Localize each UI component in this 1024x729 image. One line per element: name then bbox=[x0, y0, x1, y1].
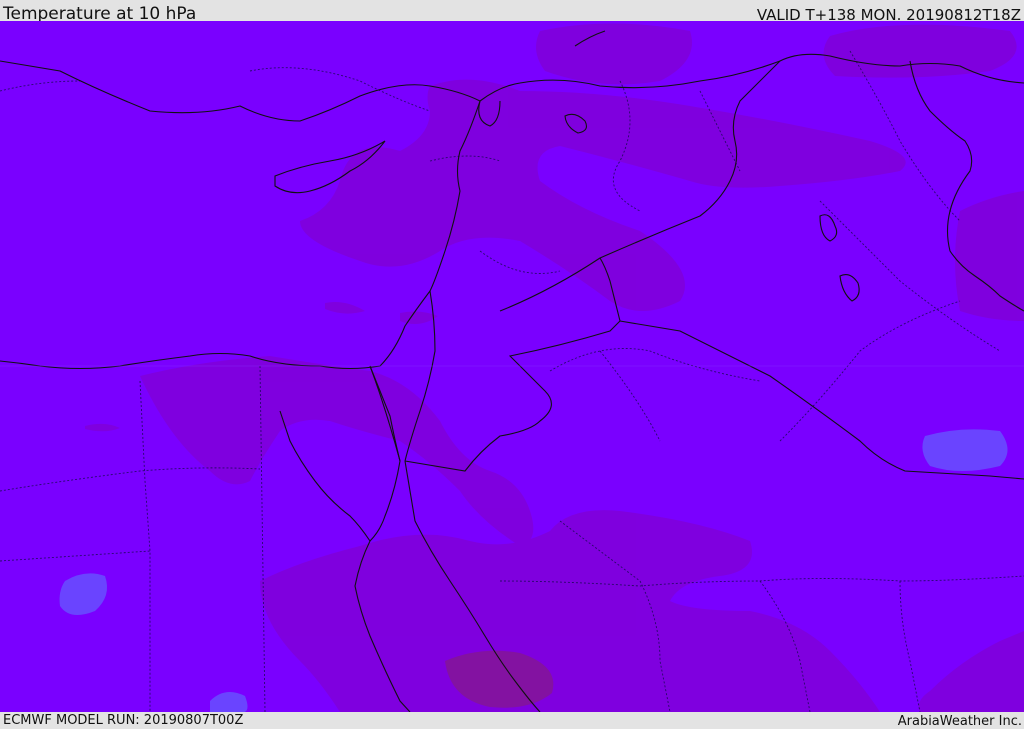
header-bar: Temperature at 10 hPa VALID T+138 MON. 2… bbox=[0, 0, 1024, 24]
temperature-map bbox=[0, 21, 1024, 712]
cool-spot-iran bbox=[922, 429, 1008, 471]
model-run: ECMWF MODEL RUN: 20190807T00Z bbox=[3, 713, 244, 728]
shade-iran-west bbox=[955, 191, 1024, 321]
shade-northeast bbox=[823, 24, 1017, 78]
footer-bar: ECMWF MODEL RUN: 20190807T00Z ArabiaWeat… bbox=[0, 712, 1024, 729]
weather-map-frame: Temperature at 10 hPa VALID T+138 MON. 2… bbox=[0, 0, 1024, 729]
shade-caspian bbox=[536, 23, 692, 85]
credit-label: ArabiaWeather Inc. bbox=[897, 714, 1022, 729]
